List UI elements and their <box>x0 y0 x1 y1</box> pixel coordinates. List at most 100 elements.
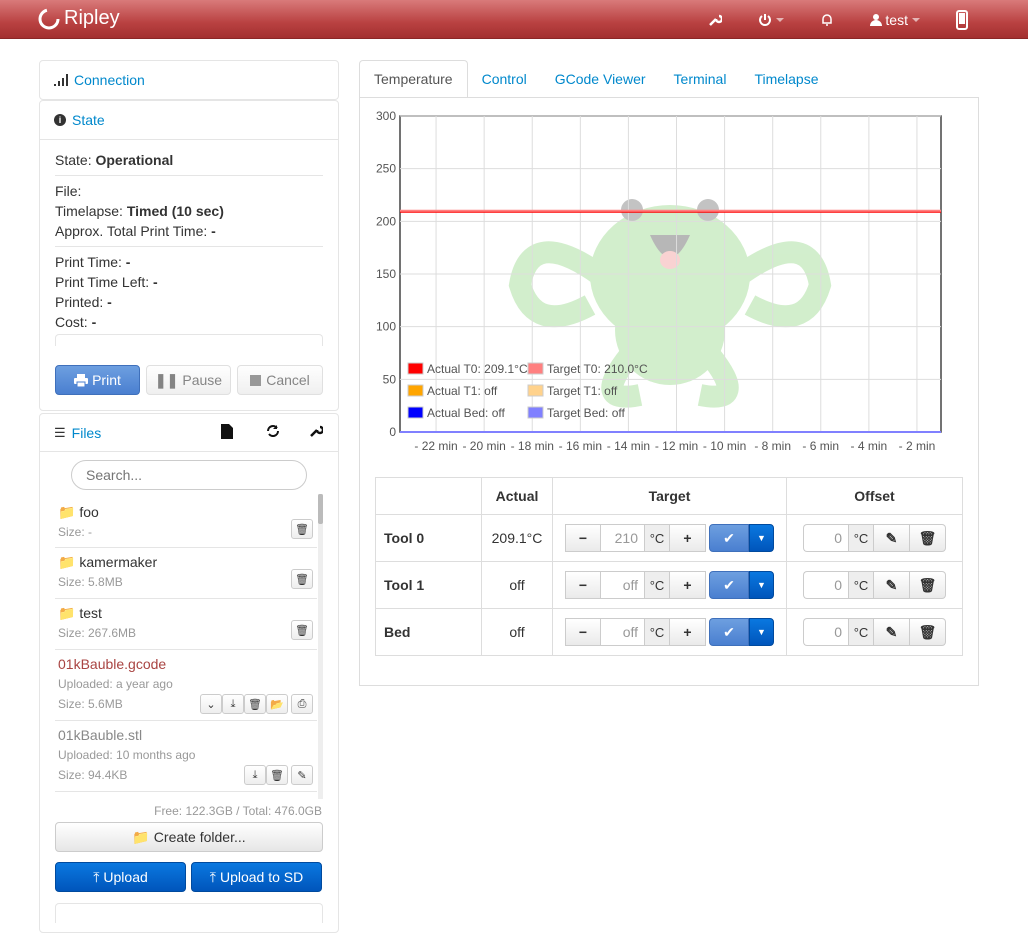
list-item[interactable]: 01kBauble.gcode Uploaded: a year ago Siz… <box>55 650 317 721</box>
notifications-button[interactable] <box>802 13 852 27</box>
pencil-icon: ✎ <box>885 529 898 546</box>
entry-uploaded: Uploaded: 10 months ago <box>58 748 196 762</box>
check-icon: ✔ <box>723 623 735 640</box>
reset-offset-button[interactable]: 🗑 <box>910 571 946 599</box>
tab-terminal[interactable]: Terminal <box>660 60 741 98</box>
tab-control[interactable]: Control <box>468 60 541 98</box>
download-icon: ⤓ <box>230 697 236 710</box>
legend-label: Target Bed: off <box>547 406 625 420</box>
refresh-button[interactable] <box>266 424 280 441</box>
tab-timelapse[interactable]: Timelapse <box>740 60 832 98</box>
load-button[interactable]: 📂 <box>266 694 288 714</box>
delete-button[interactable]: 🗑 <box>291 569 313 589</box>
entry-name: kamermaker <box>79 554 158 570</box>
user-menu-button[interactable]: test <box>852 12 938 28</box>
slice-button[interactable]: ✎ <box>291 765 313 785</box>
edit-offset-button[interactable]: ✎ <box>874 524 910 552</box>
expand-button[interactable]: ⌄ <box>200 694 222 714</box>
target-dropdown-button[interactable]: ▼ <box>749 571 774 599</box>
tab-temperature[interactable]: Temperature <box>359 60 468 98</box>
file-list-scrollbar[interactable] <box>318 494 323 799</box>
increase-button[interactable]: + <box>670 524 706 552</box>
edit-offset-button[interactable]: ✎ <box>874 618 910 646</box>
upload-sd-button[interactable]: ⤒ Upload to SD <box>191 862 322 892</box>
x-tick-label: - 18 min <box>511 439 554 453</box>
entry-size: Size: 5.8MB <box>58 575 123 589</box>
chevron-down-icon: ▼ <box>757 627 766 637</box>
pause-button[interactable]: ❚❚ Pause <box>146 365 231 395</box>
delete-button[interactable]: 🗑 <box>291 519 313 539</box>
legend-swatch <box>527 384 544 397</box>
increase-button[interactable]: + <box>670 618 706 646</box>
target-temp-input[interactable]: off <box>601 571 644 599</box>
list-item[interactable]: 📁 foo Size: - 🗑 <box>55 498 317 548</box>
brand-name: Ripley <box>64 7 120 29</box>
legend-swatch <box>407 384 424 397</box>
new-file-button[interactable] <box>221 424 233 442</box>
download-button[interactable]: ⤓ <box>244 765 266 785</box>
system-menu-button[interactable] <box>740 13 802 27</box>
list-item[interactable]: 📁 kamermaker Size: 5.8MB 🗑 <box>55 548 317 599</box>
delete-button[interactable]: 🗑 <box>291 620 313 640</box>
delete-button[interactable]: 🗑 <box>244 694 266 714</box>
state-panel: i State State: Operational File: Timelap… <box>39 100 339 411</box>
reset-offset-button[interactable]: 🗑 <box>910 524 946 552</box>
y-tick-label: 200 <box>376 214 396 228</box>
folder-icon: 📁 <box>58 605 76 621</box>
scrollbar-thumb[interactable] <box>318 494 323 524</box>
x-tick-label: - 2 min <box>899 439 936 453</box>
progress-bar <box>55 334 323 346</box>
download-button[interactable]: ⤓ <box>222 694 244 714</box>
offset-input[interactable]: 0 <box>803 524 848 552</box>
decrease-button[interactable]: − <box>565 618 601 646</box>
timelapse-line: Timelapse: Timed (10 sec) <box>55 203 224 219</box>
files-title: Files <box>71 425 102 441</box>
print-time-left-line: Print Time Left: - <box>55 274 158 290</box>
trash-icon: 🗑 <box>918 576 937 593</box>
mobile-icon <box>956 9 968 30</box>
offset-input[interactable]: 0 <box>803 571 848 599</box>
actual-temp: 209.1°C <box>481 514 553 562</box>
cancel-button[interactable]: Cancel <box>237 365 323 395</box>
mobile-view-button[interactable] <box>938 9 1028 30</box>
table-row: Tool 0 209.1°C − 210 °C + ✔ ▼ 0 °C ✎ 🗑 <box>375 514 963 562</box>
load-print-button[interactable]: ⎙ <box>291 694 313 714</box>
reset-offset-button[interactable]: 🗑 <box>910 618 946 646</box>
trash-icon: 🗑 <box>295 624 309 637</box>
files-settings-button[interactable] <box>309 424 325 441</box>
create-folder-button[interactable]: 📁 Create folder... <box>55 822 323 852</box>
connection-header[interactable]: Connection <box>40 61 338 99</box>
print-button[interactable]: Print <box>55 365 140 395</box>
pause-label: Pause <box>182 372 223 388</box>
print-icon <box>74 373 89 387</box>
decrease-button[interactable]: − <box>565 524 601 552</box>
increase-button[interactable]: + <box>670 571 706 599</box>
upload-button[interactable]: ⤒ Upload <box>55 862 186 892</box>
edit-offset-button[interactable]: ✎ <box>874 571 910 599</box>
brand[interactable]: Ripley <box>38 7 120 30</box>
folder-icon: 📁 <box>132 828 150 845</box>
state-header[interactable]: i State <box>40 101 338 139</box>
trash-icon: 🗑 <box>248 698 262 711</box>
target-temp-input[interactable]: off <box>601 618 644 646</box>
file-icon <box>221 424 233 439</box>
pause-icon: ❚❚ <box>154 371 179 388</box>
stop-icon <box>250 374 262 386</box>
list-item[interactable]: 01kBauble.stl Uploaded: 10 months ago Si… <box>55 721 317 792</box>
tab-gcode-viewer[interactable]: GCode Viewer <box>541 60 660 98</box>
target-temp-input[interactable]: 210 <box>601 524 644 552</box>
x-tick-label: - 8 min <box>754 439 791 453</box>
delete-button[interactable]: 🗑 <box>266 765 288 785</box>
list-item[interactable]: 📁 test Size: 267.6MB 🗑 <box>55 599 317 650</box>
decrease-button[interactable]: − <box>565 571 601 599</box>
set-target-button[interactable]: ✔ <box>709 571 749 599</box>
offset-input[interactable]: 0 <box>803 618 848 646</box>
target-dropdown-button[interactable]: ▼ <box>749 524 774 552</box>
file-search-input[interactable] <box>71 460 307 490</box>
trash-icon: 🗑 <box>270 769 284 782</box>
set-target-button[interactable]: ✔ <box>709 524 749 552</box>
set-target-button[interactable]: ✔ <box>709 618 749 646</box>
target-dropdown-button[interactable]: ▼ <box>749 618 774 646</box>
files-header[interactable]: ☰ Files <box>40 414 338 452</box>
settings-button[interactable] <box>690 13 740 27</box>
